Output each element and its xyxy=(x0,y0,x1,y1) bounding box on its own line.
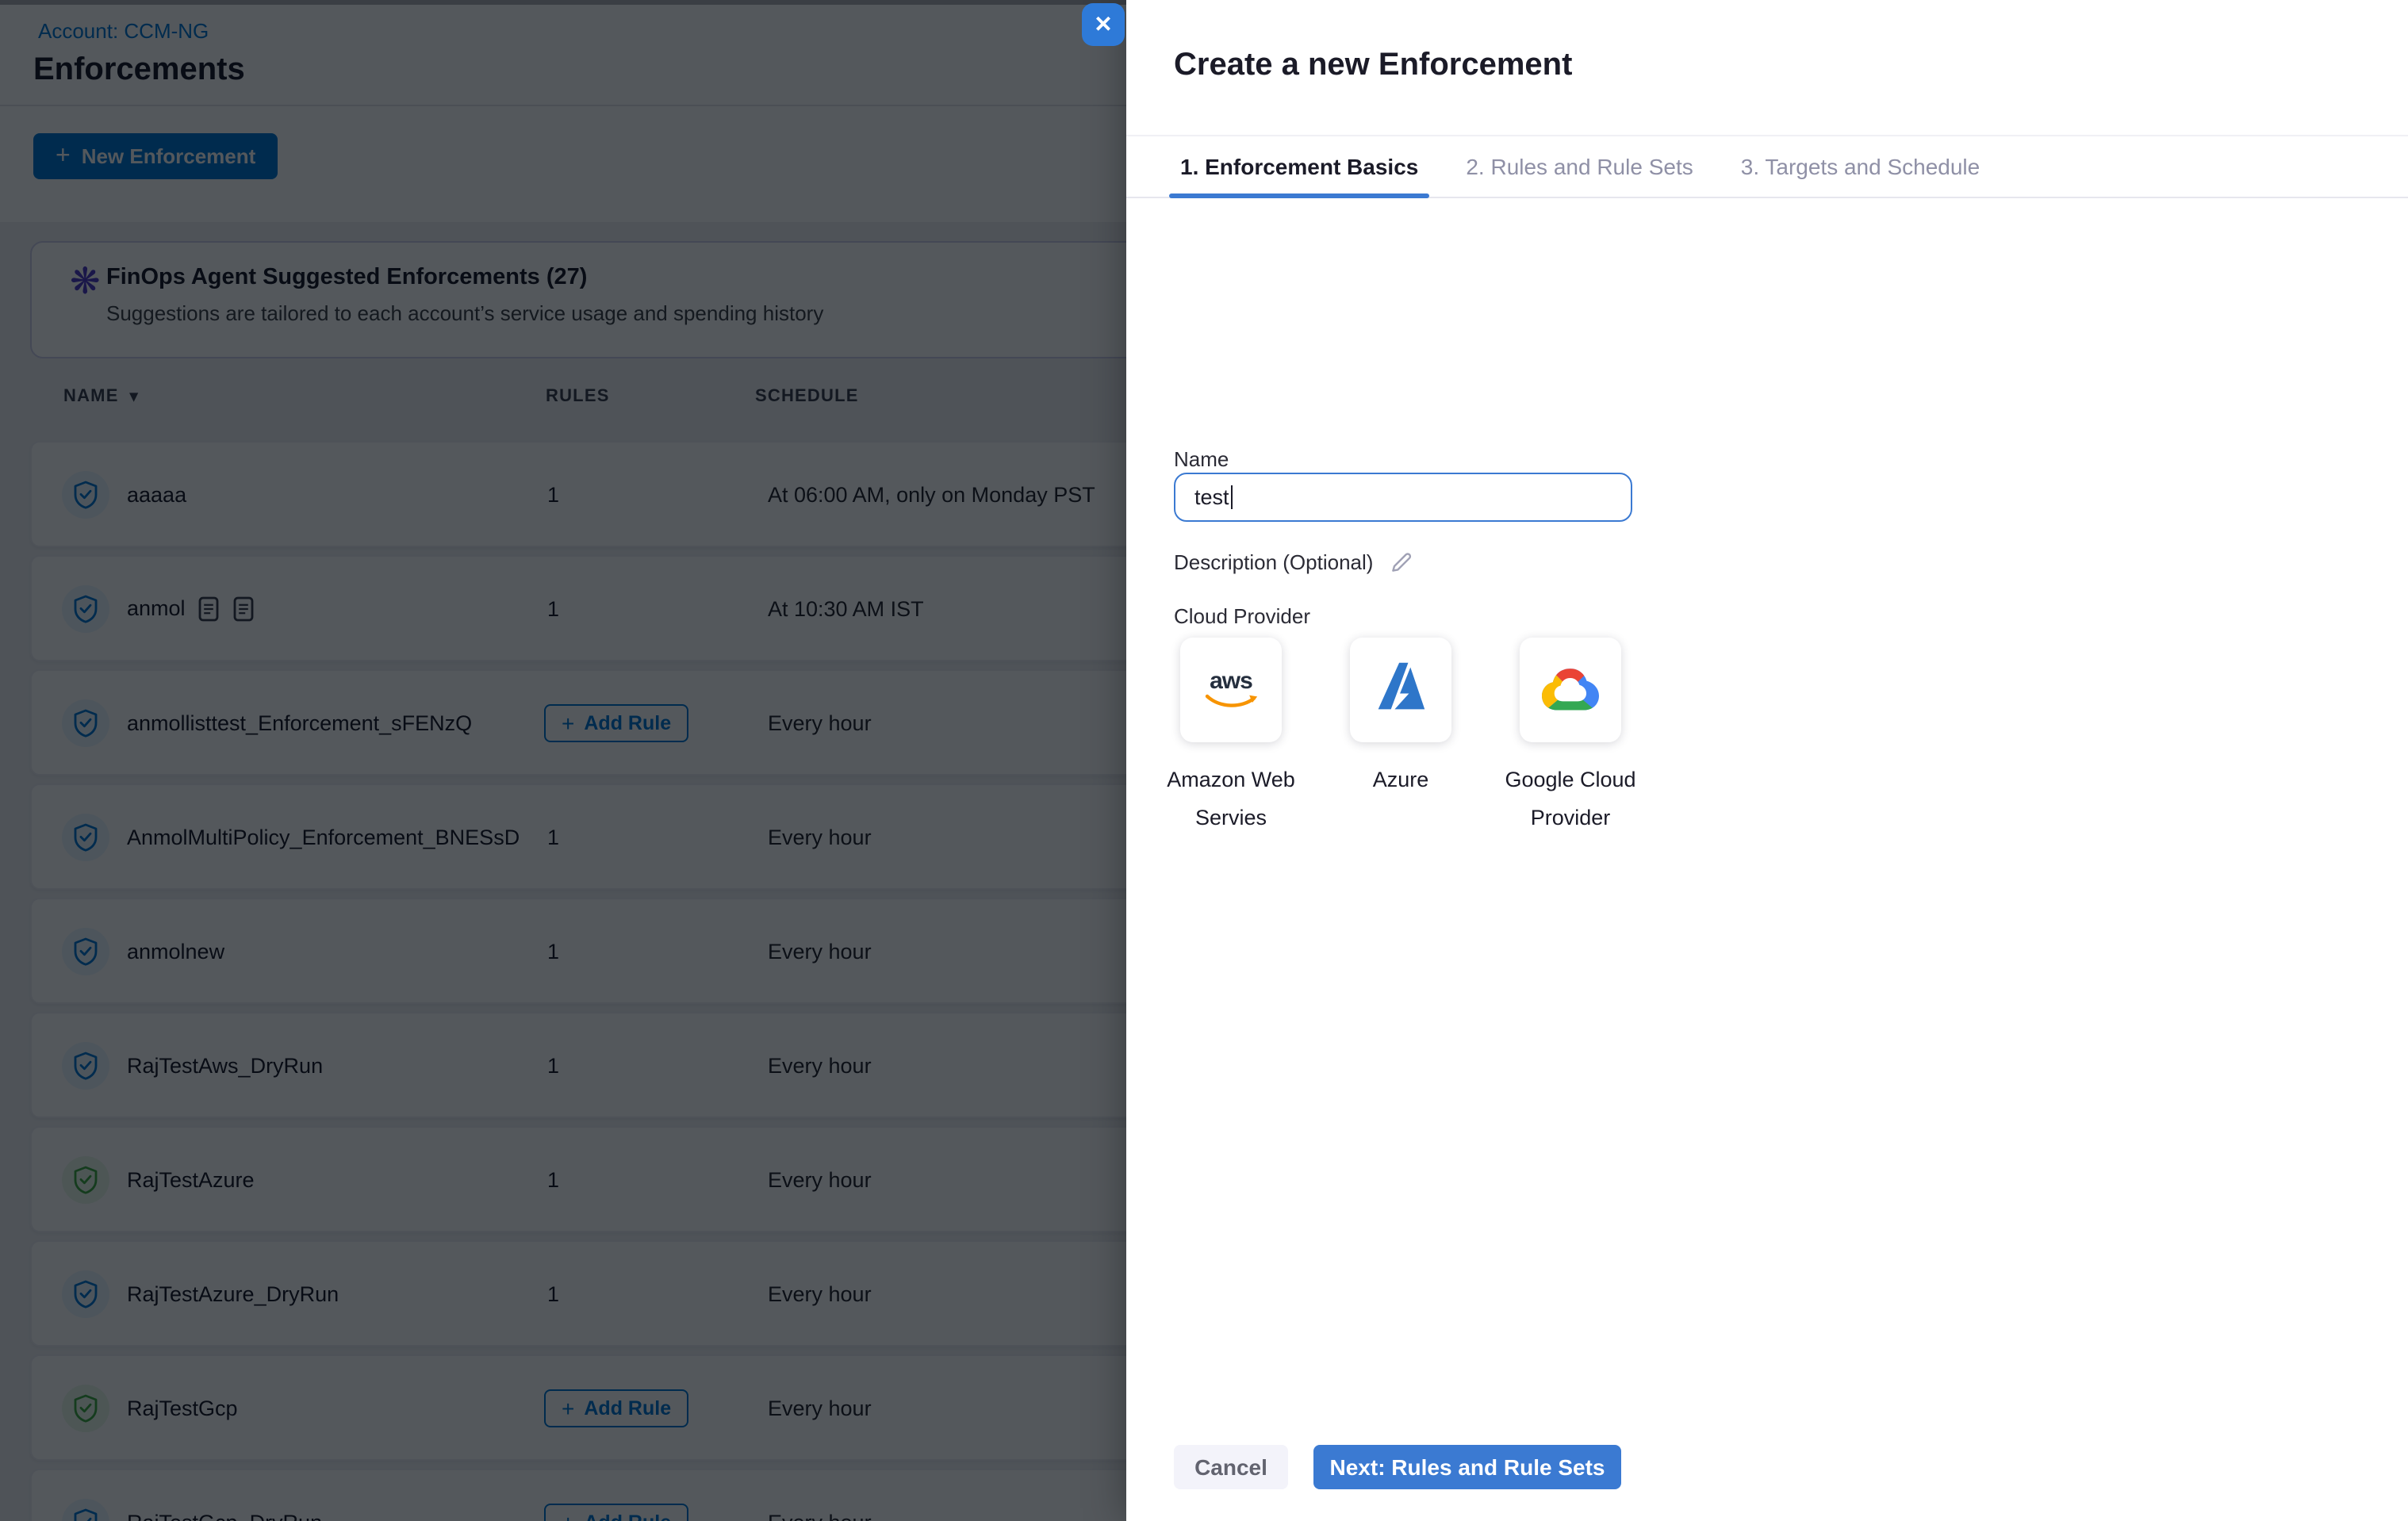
next-button[interactable]: Next: Rules and Rule Sets xyxy=(1313,1445,1621,1489)
provider-label: Azure xyxy=(1302,761,1499,799)
provider-card-aws[interactable]: aws Amazon Web Servies xyxy=(1180,638,1282,837)
drawer-title: Create a new Enforcement xyxy=(1174,48,1572,84)
cloud-provider-label: Cloud Provider xyxy=(1174,604,1310,628)
tab-label: 3. Targets and Schedule xyxy=(1741,154,1980,179)
enforcement-basics-form: Name test Description (Optional) Cloud P… xyxy=(1126,198,2408,1521)
provider-label: Google Cloud Provider xyxy=(1472,761,1669,837)
name-input[interactable]: test xyxy=(1174,473,1632,522)
provider-card-gcp[interactable]: Google Cloud Provider xyxy=(1520,638,1621,837)
wizard-tab[interactable]: 2. Rules and Rule Sets xyxy=(1455,136,1704,197)
azure-logo-icon xyxy=(1371,659,1431,721)
aws-logo-icon: aws xyxy=(1202,670,1260,710)
app-root: Account: CCM-NG Enforcements + New Enfor… xyxy=(0,0,2408,1521)
close-drawer-button[interactable]: ✕ xyxy=(1082,3,1125,46)
wizard-tab[interactable]: 3. Targets and Schedule xyxy=(1730,136,1992,197)
text-cursor xyxy=(1231,485,1233,509)
edit-description-icon[interactable] xyxy=(1389,550,1413,574)
aws-wordmark: aws xyxy=(1210,670,1252,692)
name-input-value: test xyxy=(1194,485,1229,509)
wizard-tab[interactable]: 1. Enforcement Basics xyxy=(1169,136,1429,197)
cancel-button[interactable]: Cancel xyxy=(1174,1445,1288,1489)
description-label-text: Description (Optional) xyxy=(1174,550,1373,574)
name-label: Name xyxy=(1174,447,1229,471)
cloud-provider-options: aws Amazon Web Servies xyxy=(1180,638,1621,837)
provider-card-azure[interactable]: Azure xyxy=(1350,638,1451,837)
description-label: Description (Optional) xyxy=(1174,550,1413,574)
drawer-footer: Cancel Next: Rules and Rule Sets xyxy=(1174,1445,1621,1489)
tab-label: 2. Rules and Rule Sets xyxy=(1466,154,1693,179)
provider-label: Amazon Web Servies xyxy=(1133,761,1329,837)
create-enforcement-drawer: ✕ Create a new Enforcement 1. Enforcemen… xyxy=(1126,0,2408,1521)
gcp-logo-icon xyxy=(1537,657,1604,722)
wizard-tabbar: 1. Enforcement Basics 2. Rules and Rule … xyxy=(1126,135,2408,198)
tab-label: 1. Enforcement Basics xyxy=(1180,154,1418,179)
